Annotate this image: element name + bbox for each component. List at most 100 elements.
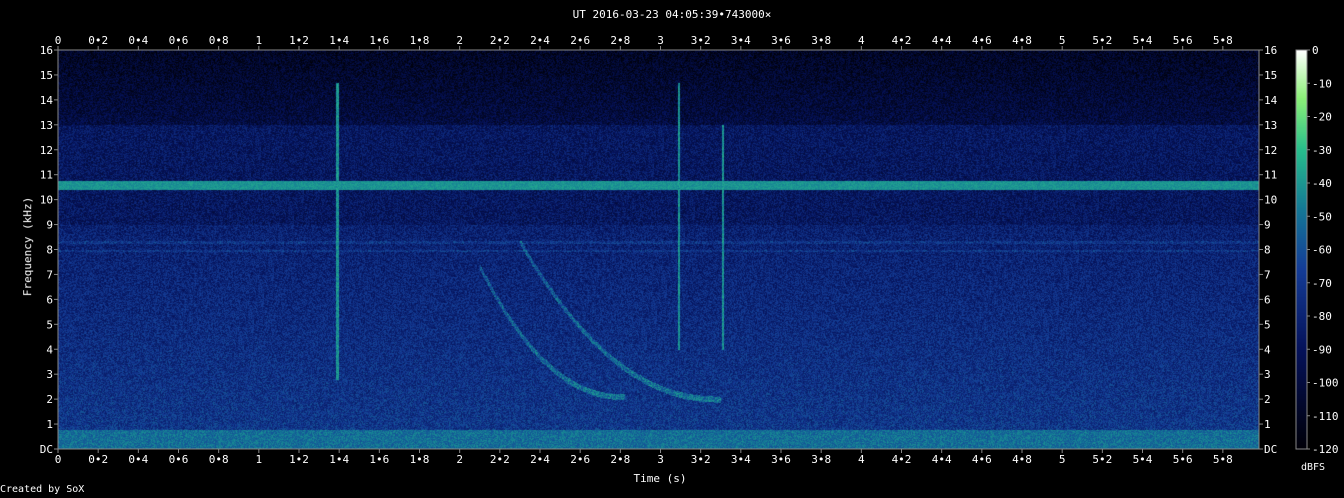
x-tick-label-top: 0•2 xyxy=(88,34,108,47)
x-tick-label-bottom: 0•2 xyxy=(88,453,108,466)
x-tick-label-top: 1 xyxy=(256,34,263,47)
y-tick-label-right: 14 xyxy=(1264,94,1278,107)
x-tick-label-bottom: 0•6 xyxy=(169,453,189,466)
x-tick-label-top: 2•6 xyxy=(570,34,590,47)
x-tick-label-bottom: 2 xyxy=(456,453,463,466)
x-tick-label-top: 4•8 xyxy=(1012,34,1032,47)
x-tick-label-top: 5•2 xyxy=(1092,34,1112,47)
x-tick-label-bottom: 1•6 xyxy=(369,453,389,466)
y-tick-label-left: 12 xyxy=(40,144,53,157)
x-tick-label-bottom: 3•2 xyxy=(691,453,711,466)
x-tick-label-bottom: 4•6 xyxy=(972,453,992,466)
x-tick-label-bottom: 5 xyxy=(1059,453,1066,466)
colorbar-tick-label: -40 xyxy=(1312,177,1332,190)
y-tick-label-left: 7 xyxy=(46,268,53,281)
y-tick-label-left: 5 xyxy=(46,318,53,331)
x-tick-label-bottom: 1•8 xyxy=(410,453,430,466)
x-tick-label-bottom: 0•4 xyxy=(128,453,148,466)
x-tick-label-top: 0•8 xyxy=(209,34,229,47)
x-tick-label-top: 4 xyxy=(858,34,865,47)
y-tick-label-right: 1 xyxy=(1264,418,1271,431)
x-tick-label-bottom: 4•8 xyxy=(1012,453,1032,466)
colorbar-tick-label: -100 xyxy=(1312,377,1339,390)
colorbar-tick-label: -120 xyxy=(1312,443,1339,456)
y-tick-label-right: 16 xyxy=(1264,44,1277,57)
y-tick-label-right: 3 xyxy=(1264,368,1271,381)
x-tick-label-bottom: 3 xyxy=(657,453,664,466)
y-tick-label-right: 6 xyxy=(1264,293,1271,306)
y-tick-label-left: 10 xyxy=(40,194,53,207)
x-tick-label-top: 2•8 xyxy=(610,34,630,47)
y-tick-label-right: 7 xyxy=(1264,268,1271,281)
x-tick-label-top: 0 xyxy=(55,34,62,47)
y-tick-label-right: 4 xyxy=(1264,343,1271,356)
x-tick-label-bottom: 1 xyxy=(256,453,263,466)
x-tick-label-bottom: 4•4 xyxy=(932,453,952,466)
x-tick-label-top: 2•4 xyxy=(530,34,550,47)
x-tick-label-bottom: 3•8 xyxy=(811,453,831,466)
y-tick-label-right: 12 xyxy=(1264,144,1277,157)
x-tick-label-top: 0•6 xyxy=(169,34,189,47)
y-tick-label-right: 8 xyxy=(1264,244,1271,257)
y-tick-label-left: 16 xyxy=(40,44,53,57)
y-tick-label-left: 2 xyxy=(46,393,53,406)
x-tick-label-top: 2 xyxy=(456,34,463,47)
x-tick-label-top: 5•6 xyxy=(1173,34,1193,47)
x-tick-label-bottom: 4•2 xyxy=(892,453,912,466)
y-tick-label-right: 5 xyxy=(1264,318,1271,331)
y-tick-label-right: DC xyxy=(1264,443,1277,456)
y-tick-label-left: 4 xyxy=(46,343,53,356)
x-tick-label-top: 3•8 xyxy=(811,34,831,47)
x-tick-label-bottom: 2•4 xyxy=(530,453,550,466)
x-tick-label-bottom: 5•8 xyxy=(1213,453,1233,466)
y-tick-label-right: 13 xyxy=(1264,119,1277,132)
colorbar-tick-label: -110 xyxy=(1312,410,1339,423)
x-tick-label-top: 1•8 xyxy=(410,34,430,47)
x-tick-label-bottom: 5•6 xyxy=(1173,453,1193,466)
x-tick-label-bottom: 2•8 xyxy=(610,453,630,466)
y-tick-label-left: 15 xyxy=(40,69,53,82)
x-tick-label-bottom: 1•2 xyxy=(289,453,309,466)
x-tick-label-bottom: 4 xyxy=(858,453,865,466)
colorbar-tick-label: 0 xyxy=(1312,44,1319,57)
x-tick-label-top: 4•6 xyxy=(972,34,992,47)
x-tick-label-top: 1•6 xyxy=(369,34,389,47)
x-tick-label-bottom: 1•4 xyxy=(329,453,349,466)
y-tick-label-right: 2 xyxy=(1264,393,1271,406)
x-tick-label-top: 5•8 xyxy=(1213,34,1233,47)
y-tick-label-right: 9 xyxy=(1264,219,1271,232)
x-tick-label-top: 5•4 xyxy=(1133,34,1153,47)
colorbar-tick-label: -80 xyxy=(1312,310,1332,323)
y-tick-label-right: 11 xyxy=(1264,169,1277,182)
x-tick-label-bottom: 2•2 xyxy=(490,453,510,466)
x-tick-label-bottom: 5•4 xyxy=(1133,453,1153,466)
colorbar-tick-label: -60 xyxy=(1312,244,1332,257)
x-tick-label-bottom: 3•6 xyxy=(771,453,791,466)
y-tick-label-left: 6 xyxy=(46,293,53,306)
y-tick-label-left: DC xyxy=(40,443,53,456)
y-tick-label-left: 8 xyxy=(46,244,53,257)
colorbar-frame xyxy=(1295,49,1308,450)
x-tick-label-bottom: 2•6 xyxy=(570,453,590,466)
colorbar-tick-label: -70 xyxy=(1312,277,1332,290)
x-tick-label-top: 5 xyxy=(1059,34,1066,47)
x-tick-label-bottom: 0•8 xyxy=(209,453,229,466)
x-tick-label-top: 3•2 xyxy=(691,34,711,47)
y-tick-label-left: 9 xyxy=(46,219,53,232)
x-tick-label-top: 3•6 xyxy=(771,34,791,47)
colorbar-tick-label: -90 xyxy=(1312,343,1332,356)
x-tick-label-top: 0•4 xyxy=(128,34,148,47)
x-tick-label-top: 4•4 xyxy=(932,34,952,47)
colorbar-tick-label: -10 xyxy=(1312,77,1332,90)
x-tick-label-bottom: 5•2 xyxy=(1092,453,1112,466)
y-tick-label-left: 1 xyxy=(46,418,53,431)
colorbar-tick-label: -30 xyxy=(1312,144,1332,157)
x-tick-label-top: 1•4 xyxy=(329,34,349,47)
y-tick-label-left: 3 xyxy=(46,368,53,381)
x-tick-label-top: 3 xyxy=(657,34,664,47)
x-tick-label-top: 2•2 xyxy=(490,34,510,47)
y-tick-label-left: 13 xyxy=(40,119,53,132)
x-tick-label-bottom: 3•4 xyxy=(731,453,751,466)
x-tick-label-top: 3•4 xyxy=(731,34,751,47)
y-tick-label-left: 14 xyxy=(40,94,54,107)
